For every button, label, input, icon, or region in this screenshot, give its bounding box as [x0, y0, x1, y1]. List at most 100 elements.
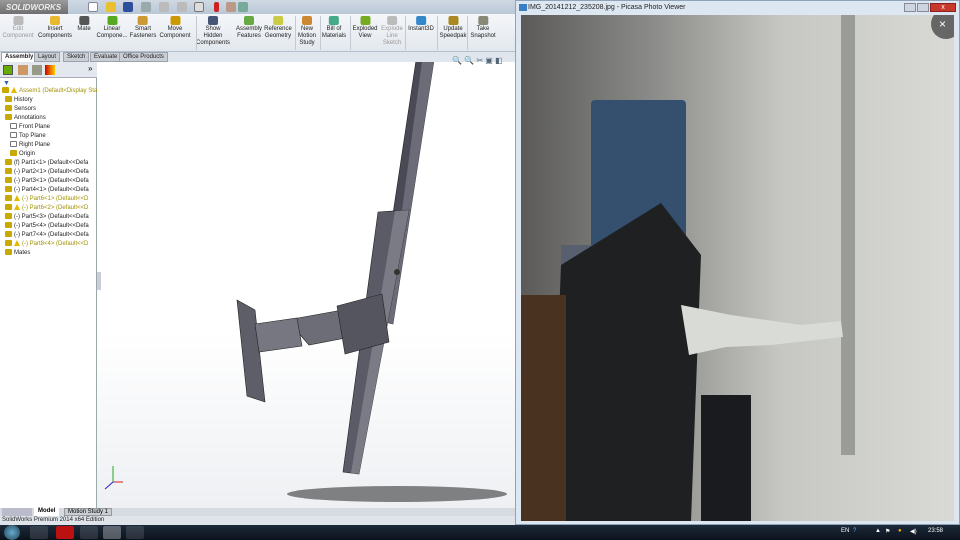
maximize-button[interactable]: [917, 3, 929, 12]
tree-item[interactable]: (f) Part1<1> (Default<<Defa: [0, 159, 97, 168]
window-close-button[interactable]: x: [930, 3, 956, 12]
ribbon-button-bill-of-materials[interactable]: Bill of Materials: [322, 16, 346, 40]
print-icon[interactable]: [141, 2, 151, 12]
tab-layout[interactable]: Layout: [34, 52, 61, 62]
graphics-viewport[interactable]: 🔍 🔍 ✂ ▣ ◧: [97, 53, 518, 508]
tree-item[interactable]: Sensors: [0, 105, 97, 114]
undo-icon[interactable]: [159, 2, 169, 12]
select-icon[interactable]: [194, 2, 204, 12]
ribbon-button-assembly-features[interactable]: Assembly Features: [236, 16, 262, 40]
ribbon-button-exploded-view[interactable]: Exploded View: [352, 16, 378, 40]
tree-item-label: (-) Part3<1> (Default<<Defa: [14, 178, 89, 184]
panel-collapse-handle[interactable]: [97, 272, 101, 290]
ribbon-button-instant3d[interactable]: Instant3D: [408, 16, 434, 33]
ribbon-icon: [243, 16, 254, 25]
ribbon-label: Bill of Materials: [321, 26, 347, 39]
file-properties-icon[interactable]: [226, 2, 236, 12]
taskbar-h-app-icon[interactable]: [56, 526, 74, 539]
property-manager-tab-icon[interactable]: [18, 65, 28, 75]
tab-office-products[interactable]: Office Products: [119, 52, 168, 62]
ribbon-label: Reference Geometry: [264, 26, 292, 39]
filter-icon[interactable]: ▼: [3, 80, 10, 87]
tree-item[interactable]: Front Plane: [0, 123, 97, 132]
ribbon-label: Explode Line Sketch: [381, 26, 403, 46]
ribbon-button-reference-geometry[interactable]: Reference Geometry: [264, 16, 292, 40]
open-file-icon[interactable]: [106, 2, 116, 12]
ribbon-icon: [360, 16, 370, 25]
ribbon-button-insert-components[interactable]: Insert Components: [38, 16, 72, 40]
tree-item[interactable]: Annotations: [0, 114, 97, 123]
feature-manager-tree: » ▼ Assem1 (Default<Display Sta History Se…: [0, 62, 97, 508]
ribbon-button-move-component[interactable]: Move Component: [159, 16, 191, 40]
tree-item[interactable]: (-) Part5<3> (Default<<Defa: [0, 213, 97, 222]
power-icon[interactable]: ●: [898, 528, 902, 534]
feature-tree-tab-icon[interactable]: [3, 65, 13, 75]
ribbon-button-mate[interactable]: Mate: [77, 16, 91, 33]
tree-item[interactable]: Origin: [0, 150, 97, 159]
new-file-icon[interactable]: [88, 2, 98, 12]
tree-item[interactable]: Top Plane: [0, 132, 97, 141]
volume-icon[interactable]: ◀): [910, 528, 917, 535]
warning-icon: [14, 195, 20, 202]
taskbar-explorer-icon[interactable]: [30, 526, 48, 539]
tree-item[interactable]: (-) Part2<1> (Default<<Defa: [0, 168, 97, 177]
redo-icon[interactable]: [177, 2, 187, 12]
tab-evaluate[interactable]: Evaluate: [90, 52, 122, 62]
tree-item-label: (f) Part1<1> (Default<<Defa: [14, 160, 89, 166]
show-hidden-icons[interactable]: ▲: [875, 528, 881, 534]
picasa-app-icon: [519, 4, 527, 11]
ribbon-button-linear-compone[interactable]: Linear Compone...: [96, 16, 128, 40]
ribbon-button-show-hidden-components[interactable]: Show Hidden Components: [196, 16, 230, 47]
tree-item[interactable]: (-) Part3<1> (Default<<Defa: [0, 177, 97, 186]
tree-item[interactable]: (-) Part4<1> (Default<<Defa: [0, 186, 97, 195]
tree-item[interactable]: Right Plane: [0, 141, 97, 150]
ribbon-button-smart-fasteners[interactable]: Smart Fasteners: [130, 16, 156, 40]
wall-rail: [841, 15, 855, 455]
expand-chevron-icon[interactable]: »: [88, 64, 92, 73]
clock[interactable]: 23:58: [928, 528, 943, 534]
taskbar-chrome-icon[interactable]: [80, 526, 98, 539]
tree-item-label: (-) Part6<2> (Default<<D: [22, 205, 89, 211]
help-icon[interactable]: ?: [853, 528, 856, 534]
tree-item[interactable]: Assem1 (Default<Display Sta: [0, 87, 97, 96]
tab-sketch[interactable]: Sketch: [63, 52, 90, 62]
tree-item[interactable]: Mates: [0, 249, 97, 258]
tree-item[interactable]: History: [0, 96, 97, 105]
ribbon-label: Assembly Features: [235, 26, 263, 39]
ribbon-button-take-snapshot[interactable]: Take Snapshot: [470, 16, 496, 40]
tree-item[interactable]: (-) Part6<2> (Default<<D: [0, 204, 97, 213]
part-icon: [5, 177, 12, 184]
tree-item[interactable]: (-) Part7<4> (Default<<Defa: [0, 231, 97, 240]
taskbar-solidworks-icon[interactable]: [126, 526, 144, 539]
ribbon-button-new-motion-study[interactable]: New Motion Study: [298, 16, 316, 47]
taskbar-picasa-icon[interactable]: [103, 526, 121, 539]
ribbon-icon: [329, 16, 339, 25]
ribbon-separator: [405, 16, 406, 50]
ribbon-icon: [301, 16, 312, 25]
feature-icon: [10, 123, 17, 130]
part-icon: [5, 222, 12, 229]
rebuild-icon[interactable]: [214, 2, 219, 12]
tab-motion-study[interactable]: Motion Study 1: [64, 508, 113, 516]
ribbon-icon: [208, 16, 218, 25]
view-toolbar[interactable]: 🔍 🔍 ✂ ▣ ◧: [452, 56, 503, 65]
ribbon-button-update-speedpak[interactable]: Update Speedpak: [439, 16, 467, 40]
configuration-manager-tab-icon[interactable]: [32, 65, 42, 75]
ribbon-button-explode-line-sketch[interactable]: Explode Line Sketch: [381, 16, 403, 47]
tree-item[interactable]: (-) Part5<4> (Default<<Defa: [0, 222, 97, 231]
minimize-button[interactable]: [904, 3, 916, 12]
feature-icon: [5, 96, 12, 103]
tab-model[interactable]: Model: [34, 508, 60, 516]
tab-assembly[interactable]: Assembly: [1, 52, 38, 62]
tree-item[interactable]: (-) Part8<4> (Default<<D: [0, 240, 97, 249]
language-indicator[interactable]: EN: [841, 528, 849, 534]
display-manager-tab-icon[interactable]: [45, 65, 55, 75]
start-button[interactable]: [4, 525, 20, 540]
options-icon[interactable]: [238, 2, 248, 12]
action-center-flag-icon[interactable]: ⚑: [885, 528, 890, 535]
tree-item[interactable]: (-) Part6<1> (Default<<D: [0, 195, 97, 204]
tree-item-label: History: [14, 97, 33, 103]
save-icon[interactable]: [123, 2, 133, 12]
ribbon-button-edit-component[interactable]: Edit Component: [2, 16, 34, 40]
tab-scroll-buttons[interactable]: [2, 508, 32, 516]
